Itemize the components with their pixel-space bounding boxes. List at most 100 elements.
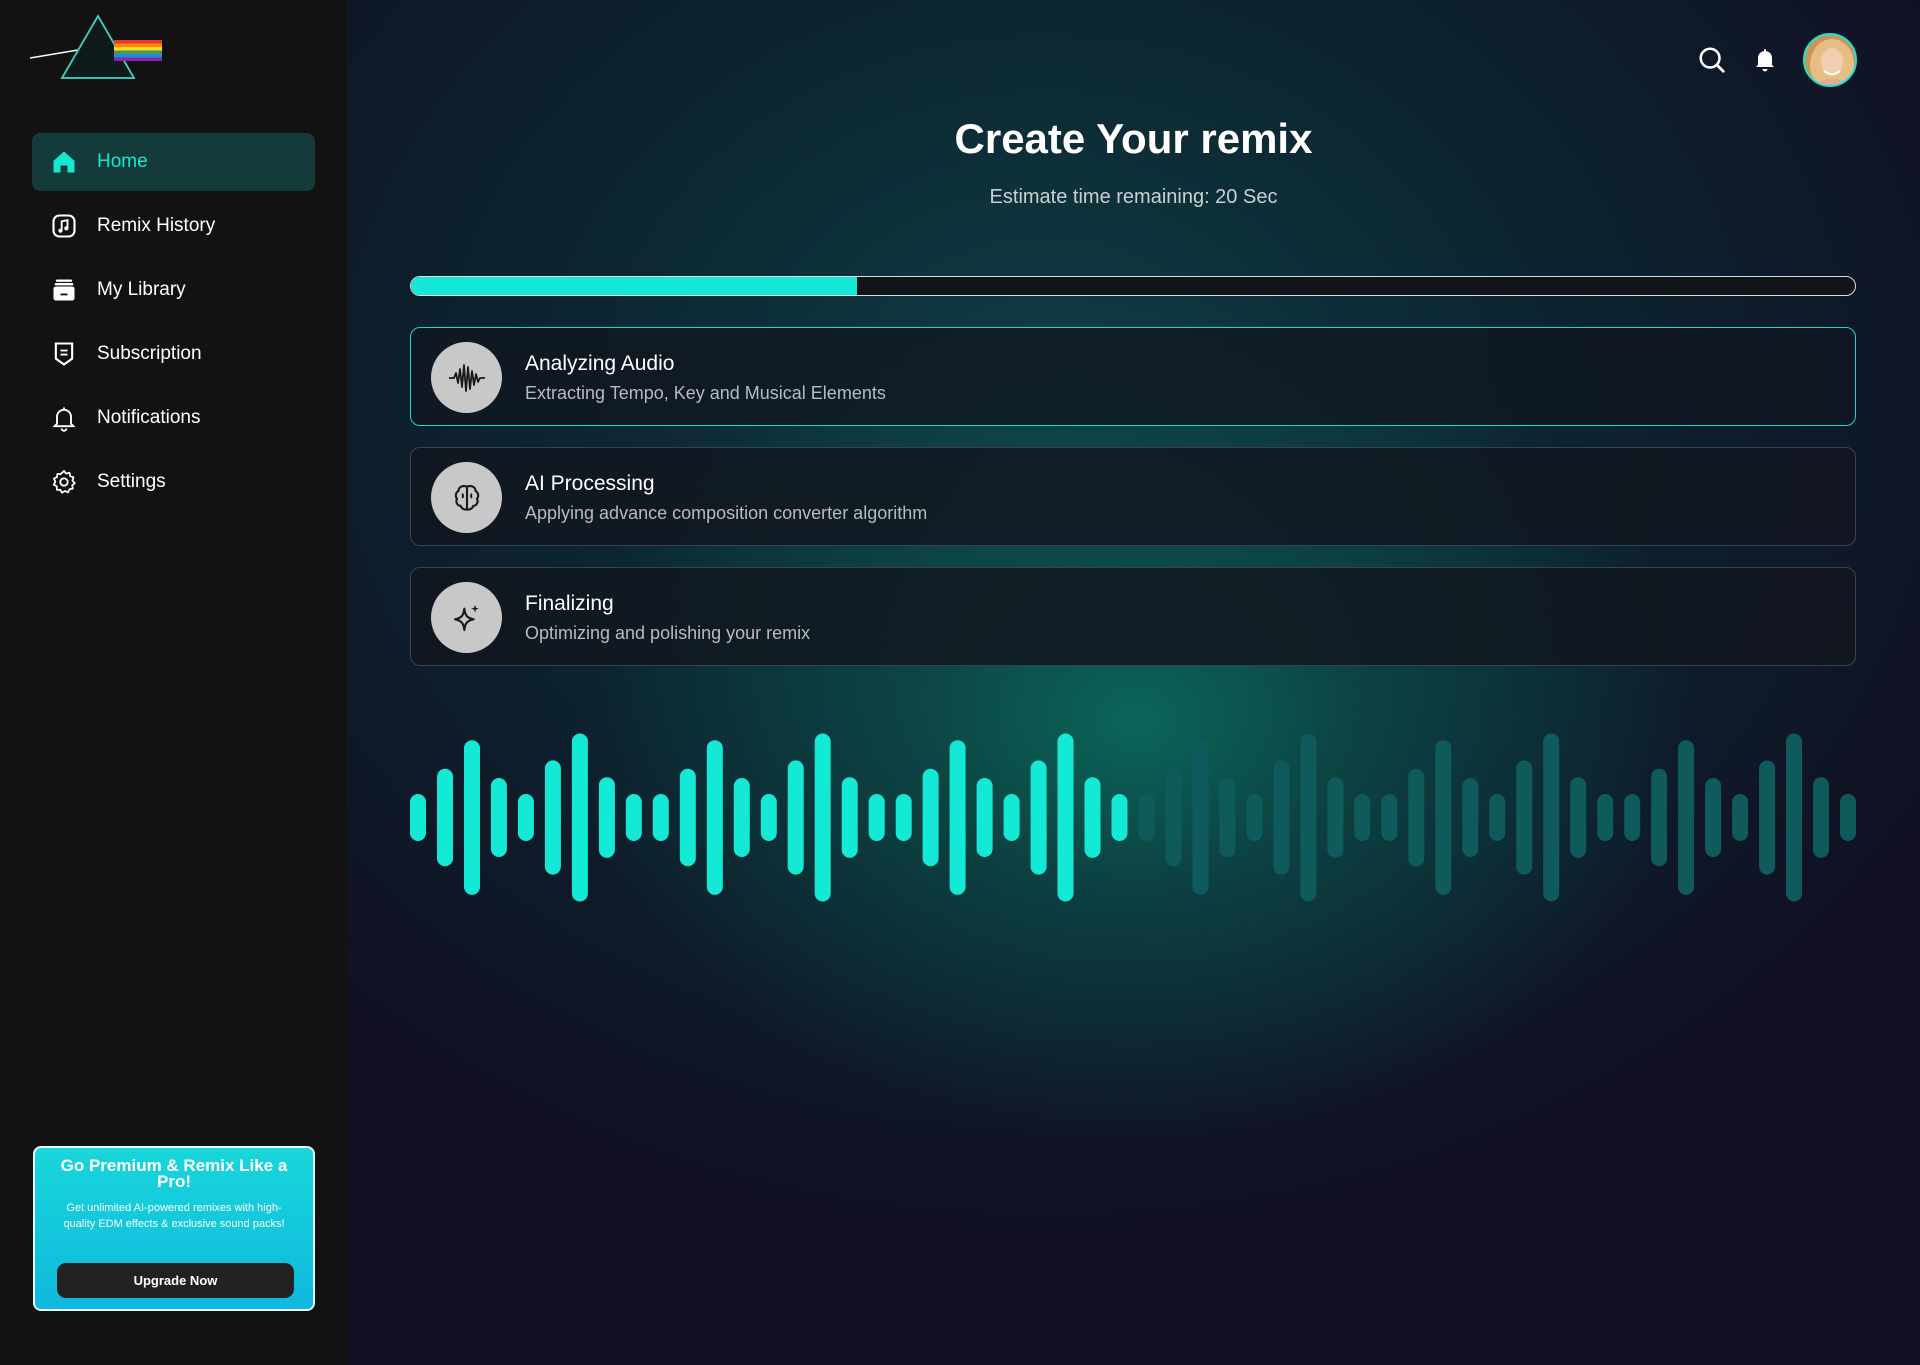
step-ai-processing: AI Processing Applying advance compositi…	[410, 447, 1856, 546]
waveform-bar-unplayed	[1327, 777, 1344, 858]
sidebar-item-label: Subscription	[97, 343, 202, 364]
waveform-bar-played	[976, 778, 993, 857]
waveform-bar-unplayed	[1165, 768, 1182, 867]
waveform-bar-played	[517, 794, 534, 841]
app-root: Home Remix History My Library Subscripti…	[0, 0, 1920, 1365]
waveform-bar-unplayed	[1732, 794, 1749, 841]
waveform-bar-unplayed	[1516, 760, 1533, 875]
waveform-bar-played	[868, 794, 885, 841]
library-icon	[49, 275, 79, 305]
progress-fill	[411, 277, 858, 295]
waveform-bar-unplayed	[1219, 778, 1236, 857]
waveform-bar-played	[544, 760, 561, 875]
music-note-icon	[49, 211, 79, 241]
waveform-bar-played	[895, 794, 912, 841]
home-icon	[49, 147, 79, 177]
step-analyzing-audio: Analyzing Audio Extracting Tempo, Key an…	[410, 327, 1856, 426]
waveform-bar-played	[787, 760, 804, 875]
step-finalizing: Finalizing Optimizing and polishing your…	[410, 567, 1856, 666]
step-description: Extracting Tempo, Key and Musical Elemen…	[525, 383, 886, 403]
brain-icon	[431, 462, 502, 533]
waveform-bar-played	[1057, 733, 1074, 902]
step-description: Applying advance composition converter a…	[525, 503, 928, 523]
waveform-bar-unplayed	[1678, 740, 1695, 895]
waveform-bar-played	[437, 768, 453, 867]
waveform-bar-unplayed	[1543, 733, 1560, 902]
waveform-bar-unplayed	[1246, 794, 1263, 841]
waveform-bar-unplayed	[1624, 794, 1641, 841]
gear-icon	[49, 467, 79, 497]
time-remaining: Estimate time remaining: 20 Sec	[989, 186, 1278, 208]
sidebar-item-home[interactable]: Home	[32, 133, 315, 191]
sidebar-item-notifications[interactable]: Notifications	[32, 389, 315, 447]
bell-icon	[49, 403, 79, 433]
waveform-bar-unplayed	[1273, 760, 1290, 875]
waveform-bar-unplayed	[1435, 740, 1452, 895]
sidebar-item-label: Home	[97, 151, 148, 172]
waveform-bar-unplayed	[1651, 768, 1668, 867]
waveform-bar-unplayed	[1354, 794, 1371, 841]
search-icon[interactable]	[1696, 44, 1728, 76]
audio-waveform	[410, 733, 1856, 902]
waveform-bar-played	[760, 794, 777, 841]
waveform-bar-unplayed	[1840, 794, 1856, 841]
waveform-bar-played	[949, 740, 966, 895]
waveform-bar-played	[1111, 794, 1128, 841]
waveform-bar-unplayed	[1759, 760, 1776, 875]
waveform-bar-played	[1084, 777, 1101, 858]
waveform-bar-played	[922, 768, 939, 867]
waveform-bar-unplayed	[1705, 778, 1722, 857]
waveform-bar-played	[814, 733, 831, 902]
waveform-bar-unplayed	[1786, 733, 1802, 902]
sidebar: Home Remix History My Library Subscripti…	[0, 0, 347, 1365]
sidebar-item-settings[interactable]: Settings	[32, 453, 315, 511]
step-title: Analyzing Audio	[525, 352, 675, 375]
premium-promo-card: Go Premium & Remix Like a Pro! Get unlim…	[33, 1146, 315, 1311]
step-title: Finalizing	[525, 592, 614, 615]
upgrade-now-button[interactable]: Upgrade Now	[57, 1263, 294, 1298]
waveform-bar-played	[706, 740, 723, 895]
sidebar-item-my-library[interactable]: My Library	[32, 261, 315, 319]
waveform-bar-played	[841, 777, 858, 858]
step-description: Optimizing and polishing your remix	[525, 623, 811, 643]
sidebar-item-label: Remix History	[97, 215, 216, 236]
subscription-icon	[49, 339, 79, 369]
waveform-bar-unplayed	[1192, 740, 1209, 895]
waveform-bar-unplayed	[1570, 777, 1587, 858]
waveform-bar-played	[733, 778, 750, 857]
sidebar-item-remix-history[interactable]: Remix History	[32, 197, 315, 255]
prism-logo[interactable]	[29, 14, 165, 84]
waveform-bar-played	[490, 778, 507, 857]
waveform-bar-played	[598, 777, 615, 858]
sidebar-nav: Home Remix History My Library Subscripti…	[32, 133, 315, 517]
waveform-bar-played	[1030, 760, 1047, 875]
sidebar-item-label: Settings	[97, 471, 166, 492]
promo-text: Get unlimited AI-powered remixes with hi…	[63, 1202, 285, 1230]
waveform-bar-unplayed	[1381, 794, 1398, 841]
waveform-bar-unplayed	[1597, 794, 1614, 841]
waveform-bar-unplayed	[1138, 794, 1155, 841]
waveform-bar-played	[652, 794, 669, 841]
sidebar-item-subscription[interactable]: Subscription	[32, 325, 315, 383]
waveform-bar-played	[571, 733, 588, 902]
notification-bell-icon[interactable]	[1750, 44, 1780, 76]
sparkle-icon	[431, 582, 502, 653]
sidebar-item-label: My Library	[97, 279, 186, 300]
waveform-bar-unplayed	[1462, 778, 1479, 857]
waveform-bar-played	[625, 794, 642, 841]
remix-progress-bar	[410, 276, 1856, 296]
step-title: AI Processing	[525, 472, 655, 495]
waveform-bar-played	[464, 740, 480, 895]
waveform-bar-unplayed	[1408, 768, 1425, 867]
waveform-bar-unplayed	[1489, 794, 1506, 841]
promo-title: Go Premium & Remix Like a Pro!	[60, 1156, 288, 1191]
waveform-bar-unplayed	[1300, 733, 1317, 902]
waveform-bar-unplayed	[1813, 777, 1829, 858]
waveform-icon	[431, 342, 502, 413]
main-content: Create Your remix Estimate time remainin…	[347, 0, 1920, 1365]
waveform-bar-played	[679, 768, 696, 867]
waveform-bar-played	[410, 794, 426, 841]
user-avatar[interactable]	[1803, 33, 1857, 87]
page-title: Create Your remix	[954, 115, 1313, 162]
sidebar-item-label: Notifications	[97, 407, 201, 428]
